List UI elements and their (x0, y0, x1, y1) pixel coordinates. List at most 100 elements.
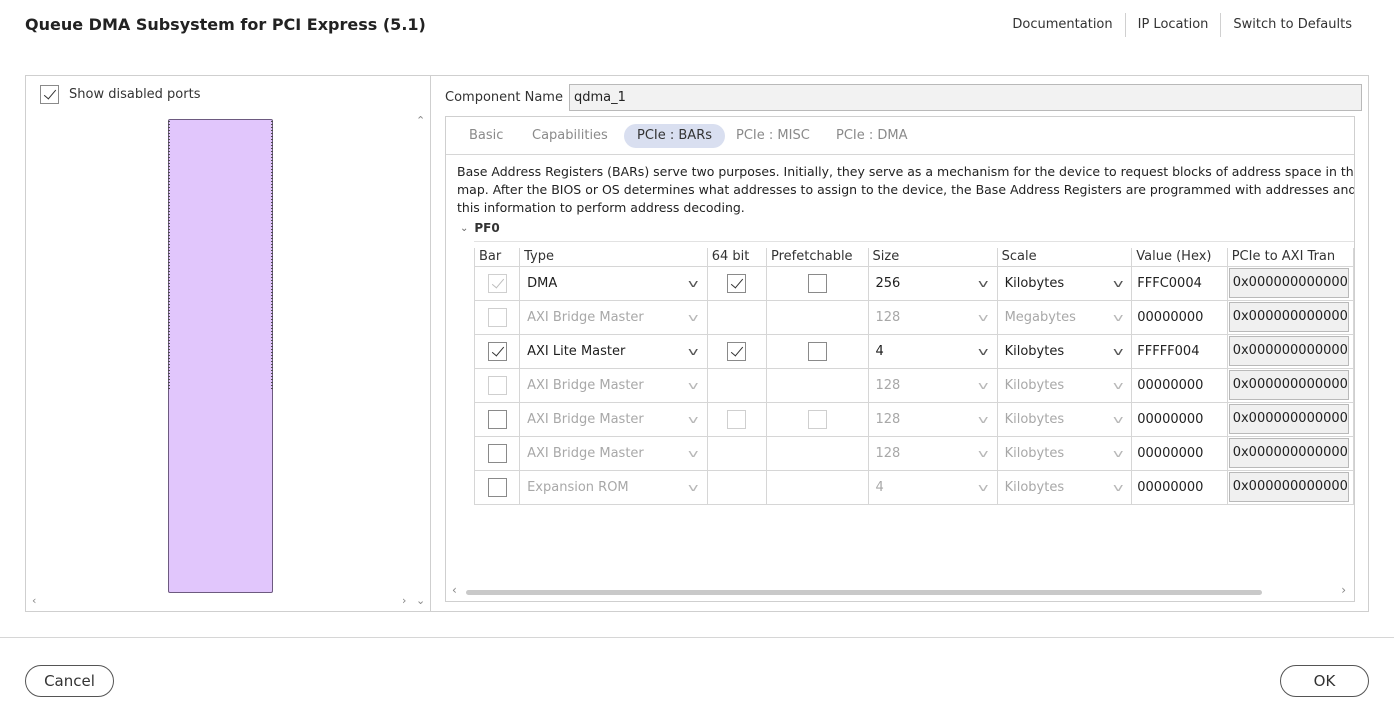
table-row: Expansion ROM v 4v Kilobytes v 00000000 0x… (473, 469, 1354, 505)
size-select[interactable]: 256 v (873, 276, 993, 291)
scale-cell: Megabytes v (996, 299, 1133, 335)
chevron-down-icon: v (688, 446, 699, 460)
switch-to-defaults-link[interactable]: Switch to Defaults (1221, 10, 1364, 40)
type-select[interactable]: AXI Bridge Master v (524, 412, 703, 427)
chevron-down-icon: v (1112, 412, 1124, 426)
bit64-checkbox[interactable] (727, 341, 747, 361)
bar-cell (473, 333, 521, 369)
chevron-down-icon: v (688, 412, 699, 426)
table-row: AXI Bridge Master v 128 v Kilobytes v 00000… (473, 435, 1354, 471)
bit64-cell (706, 401, 768, 437)
dialog-title: Queue DMA Subsystem for PCI Express (5.1… (25, 15, 426, 34)
bar-enable-checkbox[interactable] (487, 443, 507, 463)
scale-select[interactable]: Kilobytes v (1002, 446, 1128, 461)
size-select[interactable]: 4v (873, 480, 993, 495)
header-links: Documentation IP Location Switch to Defa… (1000, 10, 1364, 40)
prefetchable-cell (766, 401, 869, 437)
type-select[interactable]: AXI Bridge Master v (524, 446, 703, 461)
show-disabled-ports-checkbox[interactable] (40, 85, 59, 104)
scale-select[interactable]: Kilobytes v (1002, 276, 1128, 291)
scroll-right-icon[interactable]: › (1341, 583, 1346, 597)
pcie-to-axi-input[interactable]: 0x000000000000 (1228, 472, 1349, 502)
type-cell: AXI Bridge Master v (519, 367, 708, 403)
bar-enable-checkbox[interactable] (487, 477, 507, 497)
type-select[interactable]: AXI Bridge Master v (524, 378, 703, 393)
size-select[interactable]: 4v (873, 344, 993, 359)
pcie-to-axi-input[interactable]: 0x000000000000 (1228, 370, 1349, 400)
cancel-button[interactable]: Cancel (25, 665, 114, 697)
type-value: Expansion ROM (527, 479, 629, 495)
pf0-section-toggle[interactable]: ⌄ PF0 (460, 221, 500, 235)
tab-container: Basic Capabilities PCIe : BARs PCIe : MI… (445, 116, 1355, 602)
scale-value: Kilobytes (1004, 479, 1065, 495)
tab-pcie-bars[interactable]: PCIe : BARs (624, 124, 726, 148)
type-cell: AXI Bridge Master v (519, 401, 708, 437)
ip-symbol-block[interactable] (168, 119, 273, 593)
scale-select[interactable]: Megabytes v (1002, 310, 1128, 325)
scale-select[interactable]: Kilobytes v (1002, 344, 1128, 359)
ok-button[interactable]: OK (1280, 665, 1369, 697)
bar-value-hex: 00000000 (1137, 309, 1204, 325)
size-select[interactable]: 128 v (873, 412, 993, 427)
horizontal-scrollbar[interactable]: ‹ › (446, 583, 1354, 601)
scale-select[interactable]: Kilobytes v (1002, 412, 1128, 427)
chevron-down-icon: v (688, 276, 699, 290)
chevron-down-icon: v (978, 480, 989, 494)
prefetchable-cell (766, 299, 869, 335)
chevron-down-icon: v (978, 276, 989, 290)
chevron-down-icon: v (1112, 378, 1124, 392)
pcie-to-axi-input[interactable]: 0x000000000000 (1228, 336, 1349, 366)
type-cell: DMA v (519, 265, 708, 301)
type-select[interactable]: AXI Lite Master v (524, 344, 703, 359)
size-select[interactable]: 128 v (873, 310, 993, 325)
bit64-checkbox[interactable] (727, 273, 747, 293)
prefetchable-checkbox[interactable] (807, 273, 827, 293)
value-cell: 00000000 (1131, 299, 1228, 335)
component-name-input[interactable] (568, 84, 1362, 111)
bar-enable-checkbox[interactable] (487, 409, 507, 429)
bar-value-hex: 00000000 (1137, 445, 1204, 461)
documentation-link[interactable]: Documentation (1000, 10, 1124, 40)
scroll-down-icon[interactable]: ⌄ (416, 594, 425, 607)
bit64-checkbox (727, 409, 747, 429)
size-select[interactable]: 128 v (873, 378, 993, 393)
bars-description: Base Address Registers (BARs) serve two … (457, 163, 1354, 217)
type-cell: AXI Lite Master v (519, 333, 708, 369)
pcie-to-axi-input[interactable]: 0x000000000000 (1228, 438, 1349, 468)
tab-bar: Basic Capabilities PCIe : BARs PCIe : MI… (446, 117, 1354, 155)
size-value: 256 (875, 275, 901, 291)
value-cell: 00000000 (1131, 469, 1228, 505)
pcie-to-axi-input[interactable]: 0x000000000000 (1228, 404, 1349, 434)
scale-select[interactable]: Kilobytes v (1002, 480, 1128, 495)
size-value: 128 (875, 377, 901, 393)
scale-select[interactable]: Kilobytes v (1002, 378, 1128, 393)
tab-pcie-dma[interactable]: PCIe : DMA (823, 124, 921, 148)
scroll-right-icon[interactable]: › (402, 594, 406, 607)
type-cell: Expansion ROM v (519, 469, 708, 505)
prefetchable-checkbox[interactable] (807, 341, 827, 361)
pcie-to-axi-input[interactable]: 0x000000000000 (1228, 268, 1349, 298)
ip-location-link[interactable]: IP Location (1126, 10, 1221, 40)
table-row: AXI Bridge Master v 128 v Kilobytes v 00000… (473, 401, 1354, 437)
tab-pcie-misc[interactable]: PCIe : MISC (723, 124, 823, 148)
bar-enable-checkbox[interactable] (487, 341, 507, 361)
type-select[interactable]: Expansion ROM v (524, 480, 703, 495)
value-cell: 00000000 (1131, 401, 1228, 437)
pcie-to-axi-input[interactable]: 0x000000000000 (1228, 302, 1349, 332)
scrollbar-thumb[interactable] (466, 590, 1262, 595)
type-select[interactable]: AXI Bridge Master v (524, 310, 703, 325)
tab-basic[interactable]: Basic (456, 124, 516, 148)
size-select[interactable]: 128 v (873, 446, 993, 461)
pf0-section-label: PF0 (474, 221, 500, 235)
chevron-down-icon: v (688, 310, 699, 324)
scroll-left-icon[interactable]: ‹ (452, 583, 457, 597)
scroll-up-icon[interactable]: ⌃ (416, 114, 425, 127)
size-value: 4 (875, 479, 884, 495)
type-select[interactable]: DMA v (524, 276, 703, 291)
pcie-to-axi-cell: 0x000000000000 (1226, 401, 1354, 437)
show-disabled-ports[interactable]: Show disabled ports (40, 85, 200, 104)
scroll-left-icon[interactable]: ‹ (32, 594, 36, 607)
component-name-row: Component Name (445, 84, 1362, 111)
tab-capabilities[interactable]: Capabilities (519, 124, 621, 148)
component-name-label: Component Name (445, 90, 563, 105)
